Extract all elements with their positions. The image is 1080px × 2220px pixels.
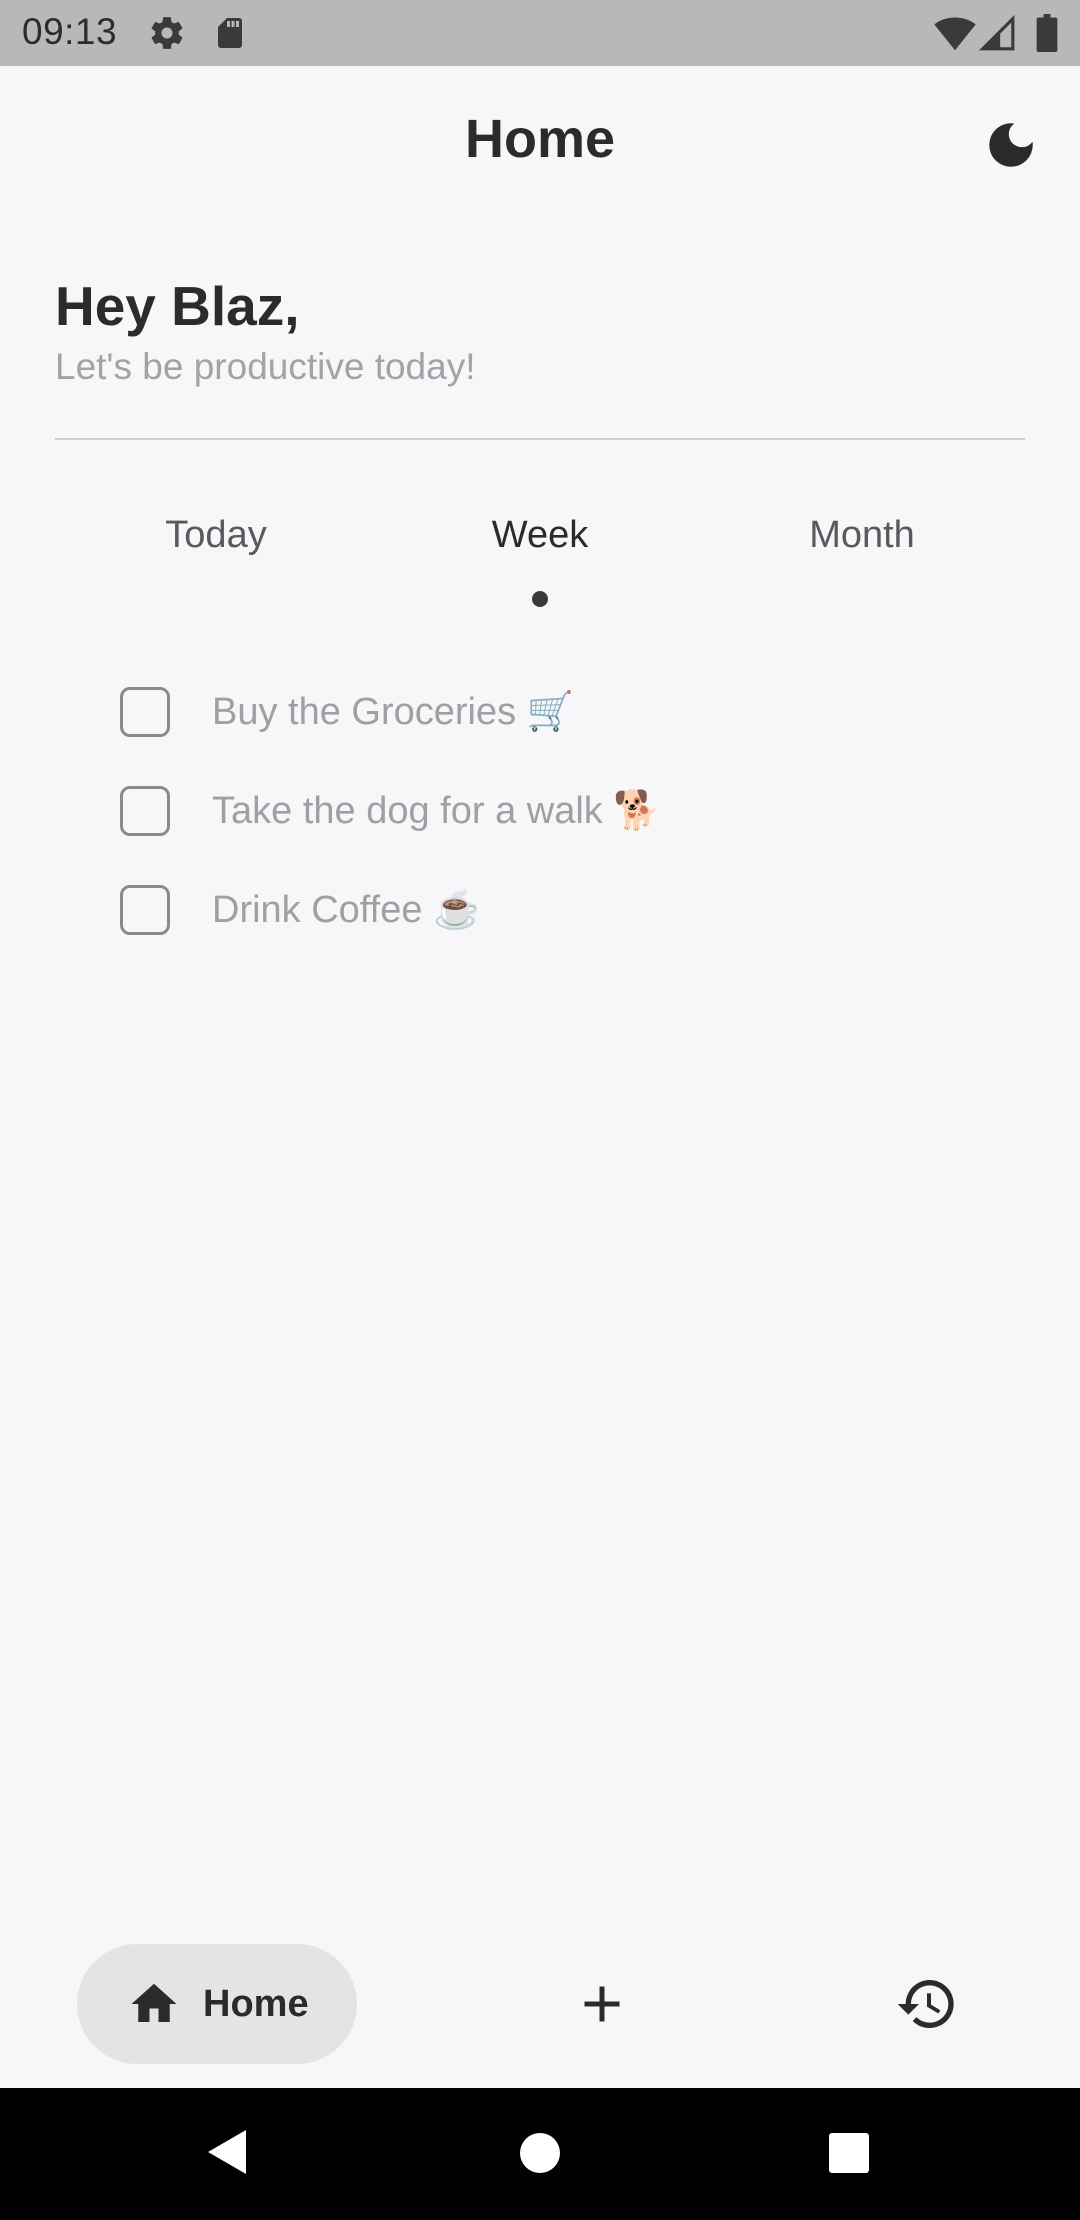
page-title: Home bbox=[464, 109, 616, 169]
tab-month[interactable]: Month bbox=[712, 514, 1012, 557]
plus-icon[interactable] bbox=[572, 1974, 632, 2034]
task-checkbox[interactable] bbox=[120, 885, 170, 935]
home-circle-icon[interactable] bbox=[519, 2132, 561, 2179]
active-tab-indicator bbox=[532, 591, 548, 607]
nav-home-label: Home bbox=[203, 1982, 309, 2025]
status-bar: 09:13 bbox=[0, 0, 1080, 66]
home-icon bbox=[127, 1977, 181, 2031]
task-label: Take the dog for a walk 🐕 bbox=[212, 790, 661, 832]
sd-card-icon bbox=[212, 14, 248, 52]
tab-week[interactable]: Week bbox=[390, 514, 690, 557]
battery-icon bbox=[1036, 14, 1058, 52]
task-item[interactable]: Buy the Groceries 🛒 bbox=[120, 682, 574, 742]
signal-icon bbox=[978, 14, 1016, 52]
task-label: Buy the Groceries 🛒 bbox=[212, 691, 575, 733]
task-item[interactable]: Take the dog for a walk 🐕 bbox=[120, 781, 661, 841]
bottom-navigation: Home bbox=[0, 1920, 1080, 2088]
task-item[interactable]: Drink Coffee ☕ bbox=[120, 880, 480, 940]
nav-home-button[interactable]: Home bbox=[77, 1944, 357, 2064]
greeting-title: Hey Blaz, bbox=[55, 275, 300, 337]
settings-icon bbox=[148, 14, 186, 52]
back-icon[interactable] bbox=[204, 2126, 250, 2183]
divider bbox=[55, 438, 1025, 440]
task-checkbox[interactable] bbox=[120, 687, 170, 737]
task-checkbox[interactable] bbox=[120, 786, 170, 836]
history-icon[interactable] bbox=[895, 1972, 959, 2036]
task-label: Drink Coffee ☕ bbox=[212, 889, 481, 931]
status-time: 09:13 bbox=[22, 11, 118, 52]
tab-today[interactable]: Today bbox=[66, 514, 366, 557]
moon-icon[interactable] bbox=[982, 116, 1040, 174]
recents-icon[interactable] bbox=[828, 2132, 870, 2179]
wifi-icon bbox=[934, 14, 976, 52]
system-navigation-bar bbox=[0, 2088, 1080, 2220]
greeting-subtitle: Let's be productive today! bbox=[55, 346, 476, 387]
